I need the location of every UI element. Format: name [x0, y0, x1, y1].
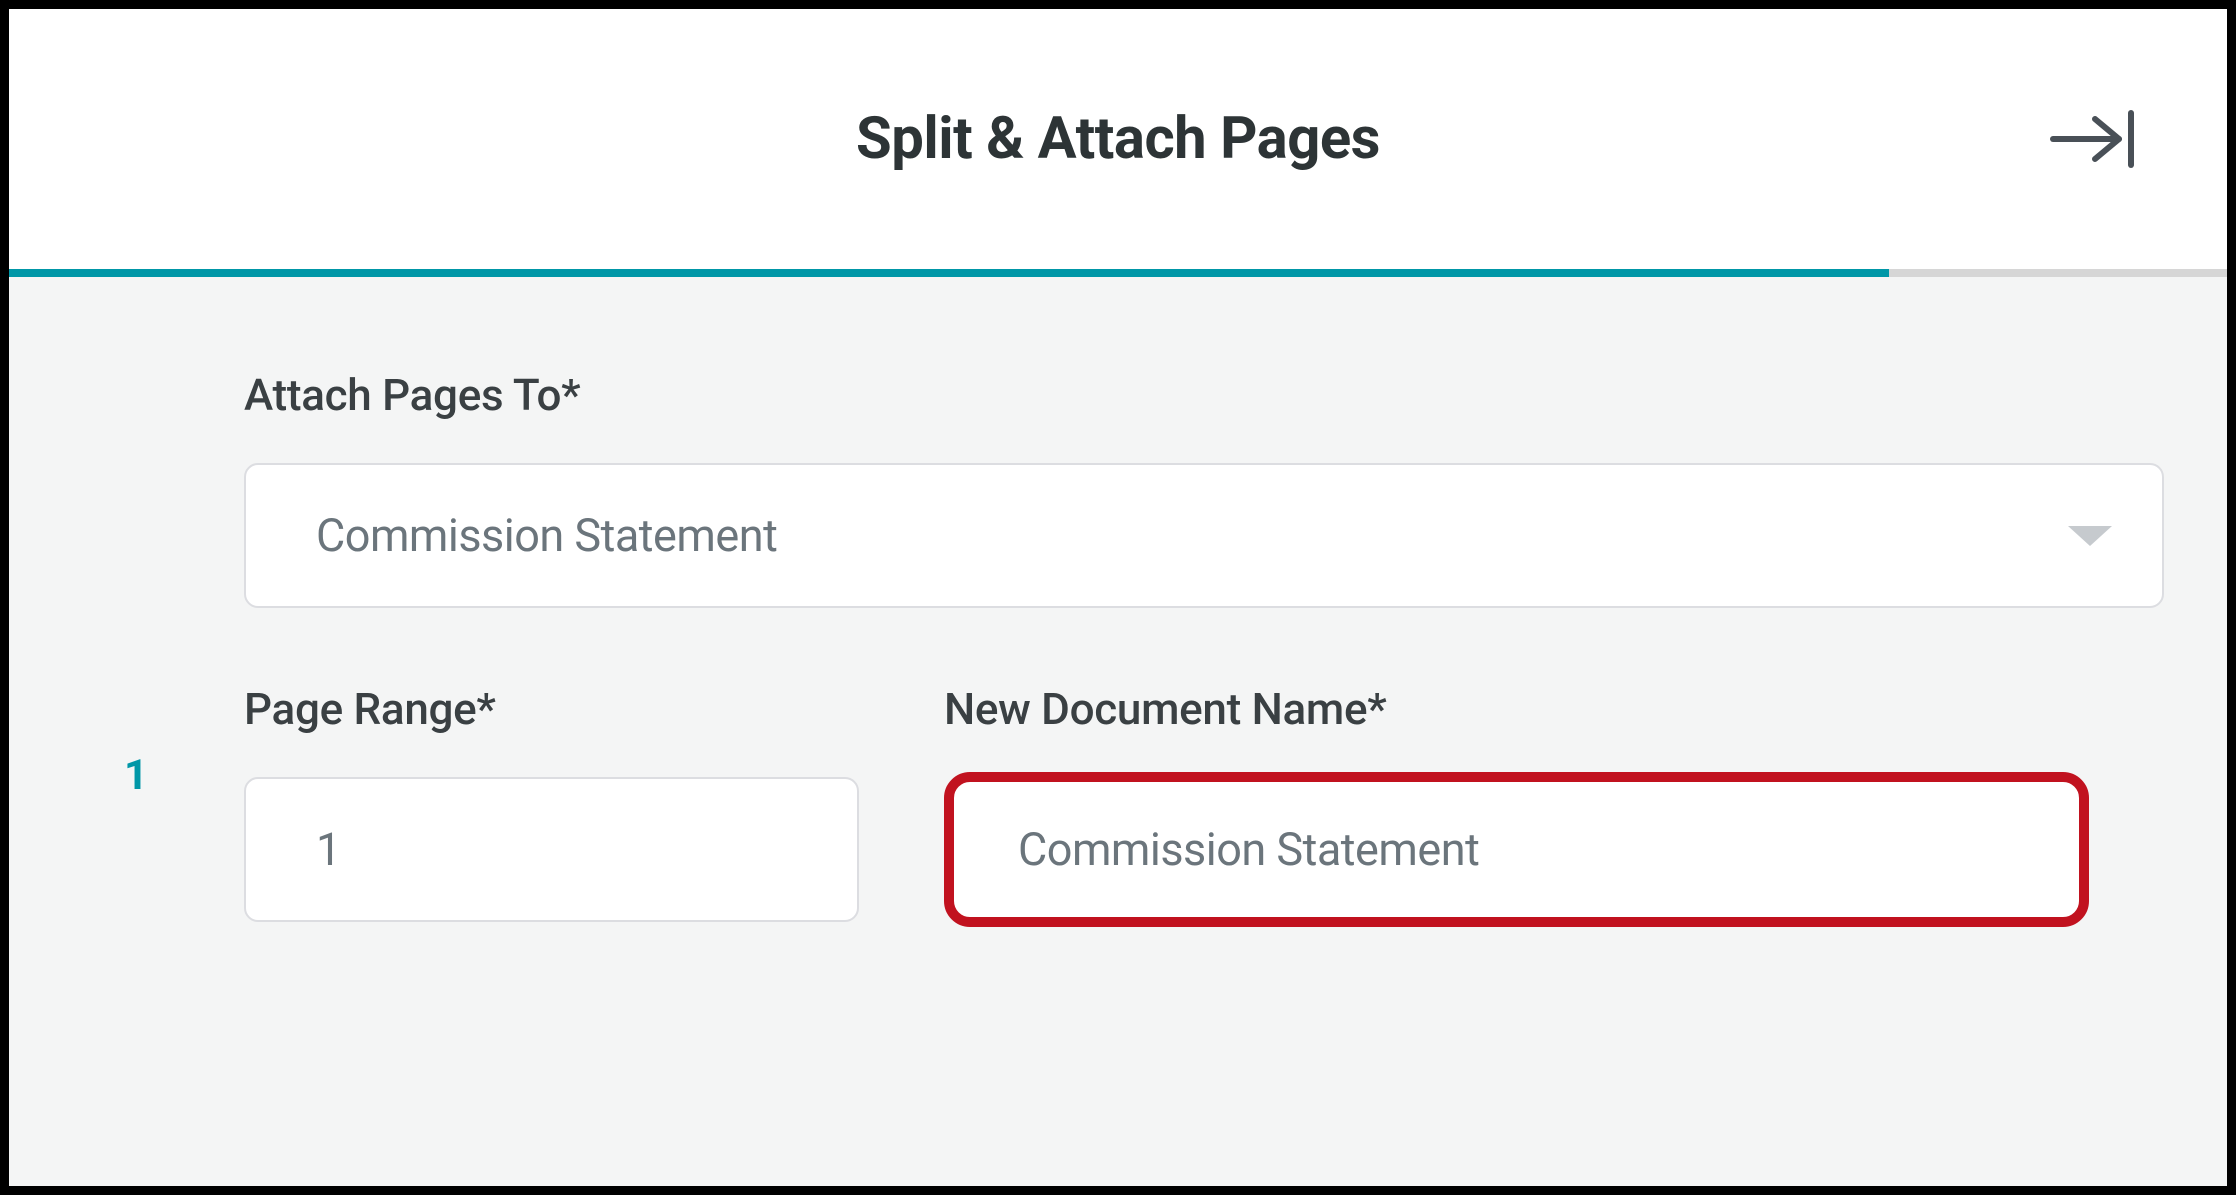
document-name-input[interactable] — [944, 772, 2089, 927]
page-row: 1 Page Range* New Document Name* — [244, 683, 2127, 927]
document-name-column: New Document Name* — [944, 683, 2127, 927]
split-attach-panel: Split & Attach Pages Attach Pages To* Co… — [0, 0, 2236, 1195]
row-number: 1 — [124, 751, 148, 800]
attach-to-dropdown[interactable]: Commission Statement — [244, 463, 2164, 608]
page-range-label: Page Range* — [244, 683, 859, 735]
collapse-panel-icon[interactable] — [2047, 104, 2137, 174]
attach-to-label: Attach Pages To* — [244, 369, 2127, 421]
page-range-column: Page Range* — [244, 683, 859, 922]
panel-header: Split & Attach Pages — [9, 9, 2227, 269]
panel-body: Attach Pages To* Commission Statement 1 … — [9, 277, 2227, 1186]
progress-fill — [9, 269, 1889, 277]
progress-bar — [9, 269, 2227, 277]
page-range-input[interactable] — [244, 777, 859, 922]
document-name-label: New Document Name* — [944, 683, 2127, 735]
panel-title: Split & Attach Pages — [856, 105, 1380, 173]
attach-to-selected-value: Commission Statement — [316, 509, 2068, 562]
chevron-down-icon — [2068, 526, 2112, 546]
